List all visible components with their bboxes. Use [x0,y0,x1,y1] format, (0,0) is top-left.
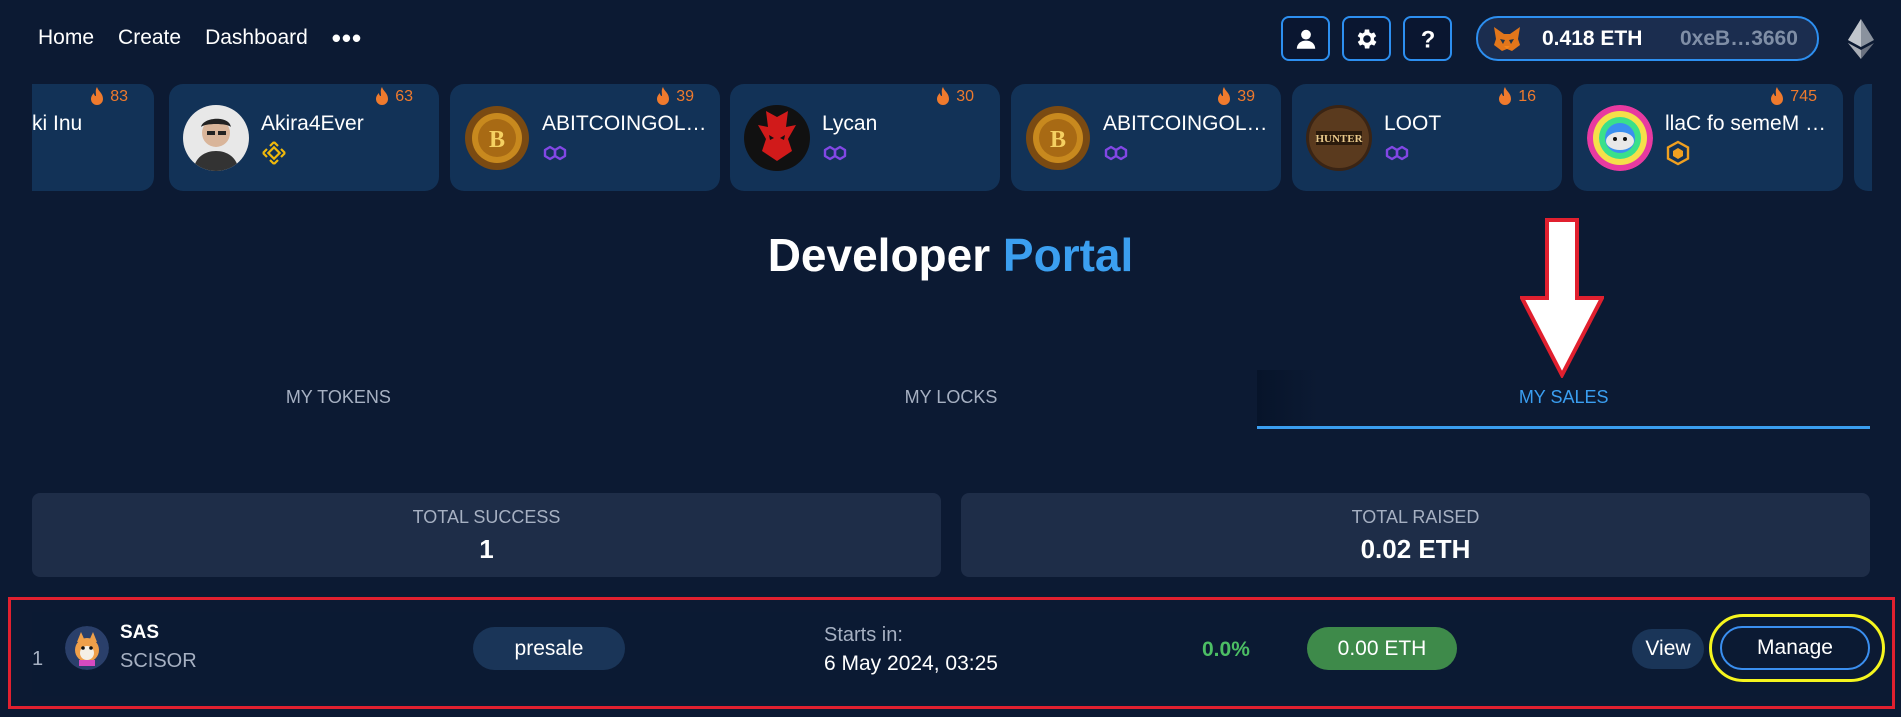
trending-card-name: LOOT [1384,112,1442,135]
polygon-icon [823,145,847,161]
trending-card[interactable]: B ABITCOINGOL… 39 [450,84,720,191]
hot-score: 63 [374,87,413,107]
table-row: 1 SAS SCISOR presale Starts in: 6 May 20… [32,612,1870,696]
ethereum-icon[interactable] [1847,18,1875,59]
raised-amount-badge: 0.00 ETH [1307,627,1457,670]
starts-in-label: Starts in: [824,624,903,646]
fire-icon [937,87,950,105]
help-button[interactable]: ? [1403,16,1452,61]
settings-button[interactable] [1342,16,1391,61]
svg-text:?: ? [1420,26,1435,51]
starts-in-value: 6 May 2024, 03:25 [824,652,998,675]
trending-card[interactable]: ki Inu 83 [32,84,154,191]
hot-score: 16 [1497,87,1536,107]
token-logo [65,626,109,670]
fire-icon [657,87,670,105]
hot-score: 745 [1769,87,1817,107]
help-icon: ? [1420,26,1435,51]
svg-text:B: B [1050,127,1066,153]
progress-percent: 0.0% [1202,638,1250,661]
trending-card[interactable]: HUNTER LOOT 16 [1292,84,1562,191]
tab-my-sales[interactable]: MY SALES [1257,370,1871,429]
trending-strip: ki Inu 83 Akira4Ever 63 B ABITCOINGOL… 3… [32,84,1872,192]
token-avatar [183,105,249,171]
hot-score: 39 [655,87,694,107]
trending-card-name: ABITCOINGOL… [1103,112,1268,135]
polygon-icon [1104,145,1128,161]
more-menu-icon[interactable]: ••• [332,25,362,51]
page-title-part2: Portal [1002,229,1134,281]
annotation-yellow-oval [1709,614,1885,682]
bnb-chain-icon [262,141,286,165]
view-button[interactable]: View [1632,629,1704,669]
nav-home-link[interactable]: Home [38,26,94,50]
profile-button[interactable] [1281,16,1330,61]
page-title-part1: Developer [767,229,991,281]
trending-card-name: Lycan [822,112,878,135]
trending-card[interactable]: Akira4Ever 63 [169,84,439,191]
hexagon-chain-icon [1666,140,1690,166]
trending-card[interactable]: Lycan 30 [730,84,1000,191]
polygon-icon [543,145,567,161]
trending-card-name: llaC fo semeM … [1665,112,1827,135]
token-symbol: SAS [120,622,160,643]
trending-card-name: Akira4Ever [261,112,364,135]
wallet-balance: 0.418 ETH [1542,26,1643,50]
token-avatar: B [464,105,530,171]
nav-actions: ? 0.418 ETH 0xeB…3660 [1281,16,1875,61]
hot-score: 83 [89,87,128,107]
token-avatar [1587,105,1653,171]
wallet-address: 0xeB…3660 [1680,26,1798,50]
hot-score-value: 16 [1518,88,1536,105]
total-success-value: 1 [479,534,494,564]
nav-links: Home Create Dashboard ••• [38,25,362,51]
tab-bar: MY TOKENS MY LOCKS MY SALES [32,370,1871,429]
top-navbar: Home Create Dashboard ••• ? 0.418 ETH 0x… [0,0,1901,78]
hot-score-value: 39 [1237,88,1255,105]
fire-icon [1499,87,1512,105]
sale-type-badge: presale [473,627,625,670]
trending-card[interactable]: llaC fo semeM … 745 [1573,84,1843,191]
user-icon [1296,29,1315,49]
svg-text:B: B [489,127,505,153]
total-success-label: TOTAL SUCCESS [412,507,561,527]
wallet-button[interactable]: 0.418 ETH 0xeB…3660 [1476,16,1819,61]
row-index: 1 [32,648,44,670]
hot-score-value: 745 [1790,88,1817,105]
hot-score-value: 83 [110,88,128,105]
fire-icon [1771,87,1784,105]
tab-my-locks[interactable]: MY LOCKS [645,370,1258,429]
polygon-icon [1385,145,1409,161]
tab-my-tokens[interactable]: MY TOKENS [32,370,645,429]
trending-card-name: ABITCOINGOL… [542,112,707,135]
token-name: SCISOR [120,650,197,672]
hot-score: 30 [935,87,974,107]
token-avatar: HUNTER [1306,105,1372,171]
total-success-card: TOTAL SUCCESS 1 [32,493,941,577]
hot-score-value: 39 [676,88,694,105]
hot-score-value: 30 [956,88,974,105]
settings-icon [1357,28,1376,49]
hot-score-value: 63 [395,88,413,105]
fire-icon [91,87,104,105]
page-title: Developer Portal [0,228,1901,282]
token-avatar: B [1025,105,1091,171]
fire-icon [376,87,389,105]
total-raised-card: TOTAL RAISED 0.02 ETH [961,493,1870,577]
nav-dashboard-link[interactable]: Dashboard [205,26,308,50]
nav-create-link[interactable]: Create [118,26,181,50]
fire-icon [1218,87,1231,105]
total-raised-value: 0.02 ETH [1360,534,1471,564]
hot-score: 39 [1216,87,1255,107]
annotation-down-arrow [1520,218,1604,378]
token-avatar [744,105,810,171]
total-raised-label: TOTAL RAISED [1351,507,1480,527]
trending-card[interactable] [1854,84,1872,191]
trending-card[interactable]: B ABITCOINGOL… 39 [1011,84,1281,191]
svg-text:HUNTER: HUNTER [1315,133,1363,145]
metamask-fox-icon [1494,26,1520,51]
